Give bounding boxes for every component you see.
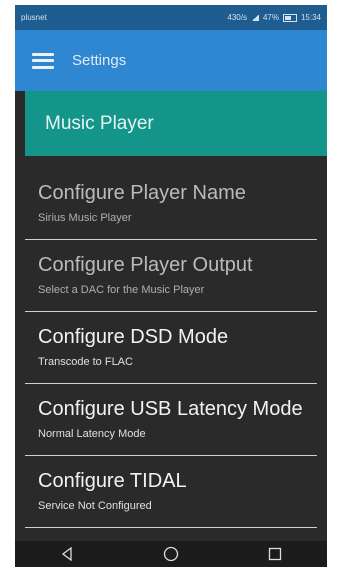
item-title: Configure Player Name (38, 182, 246, 204)
battery-percent: 47% (262, 13, 279, 22)
battery-icon (282, 13, 297, 22)
hamburger-menu-icon[interactable] (32, 52, 54, 69)
status-icons: 430/s 47% 15:34 (227, 13, 321, 22)
back-triangle-icon[interactable] (47, 543, 87, 565)
settings-list: Configure Player Name Sirius Music Playe… (25, 168, 317, 528)
status-bar: plusnet 430/s 47% 15:34 (15, 5, 327, 30)
data-rate: 430/s (227, 13, 247, 22)
item-title: Configure TIDAL (38, 470, 187, 492)
phone-screen: plusnet 430/s 47% 15:34 Settings Music P… (15, 5, 327, 567)
signal-icon (250, 14, 259, 21)
settings-item-usb-latency[interactable]: Configure USB Latency Mode Normal Latenc… (25, 384, 317, 456)
settings-item-tidal[interactable]: Configure TIDAL Service Not Configured (25, 456, 317, 528)
navigation-bar (15, 541, 327, 567)
page-title: Settings (72, 52, 127, 69)
clock: 15:34 (300, 13, 321, 22)
recents-square-icon[interactable] (255, 543, 295, 565)
settings-item-player-name[interactable]: Configure Player Name Sirius Music Playe… (25, 168, 317, 240)
app-bar: Settings (15, 30, 327, 91)
item-subtitle: Transcode to FLAC (38, 356, 133, 368)
section-title: Music Player (45, 112, 154, 134)
settings-item-player-output[interactable]: Configure Player Output Select a DAC for… (25, 240, 317, 312)
item-subtitle: Sirius Music Player (38, 212, 132, 224)
home-circle-icon[interactable] (151, 543, 191, 565)
carrier-label: plusnet (21, 13, 47, 22)
item-subtitle: Normal Latency Mode (38, 428, 146, 440)
item-title: Configure USB Latency Mode (38, 398, 303, 420)
item-title: Configure DSD Mode (38, 326, 229, 348)
item-subtitle: Service Not Configured (38, 500, 152, 512)
item-subtitle: Select a DAC for the Music Player (38, 284, 205, 296)
section-header: Music Player (25, 91, 327, 156)
item-title: Configure Player Output (38, 254, 253, 276)
settings-item-dsd-mode[interactable]: Configure DSD Mode Transcode to FLAC (25, 312, 317, 384)
